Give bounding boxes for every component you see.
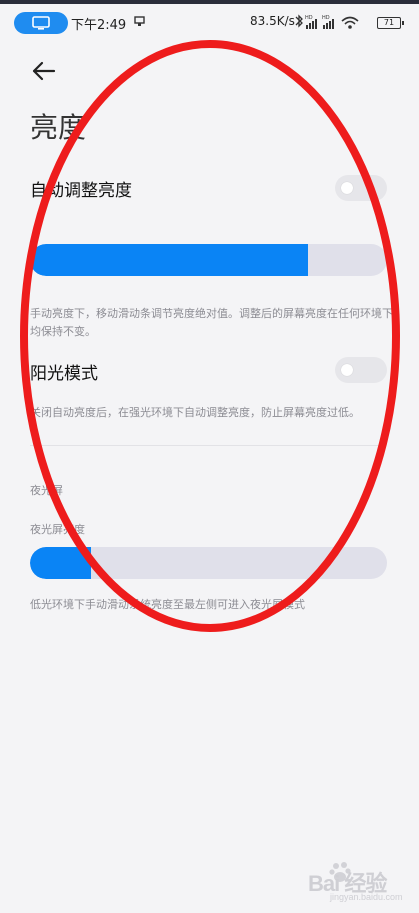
signal-icon-2: HD <box>322 15 334 29</box>
signal-icon: HD <box>305 15 317 29</box>
monitor-icon <box>32 16 50 30</box>
brightness-slider-fill <box>30 244 309 276</box>
status-bar: 下午2:49 83.5K/s HD HD 71 <box>0 4 419 40</box>
screen-cast-indicator[interactable] <box>14 12 68 34</box>
sunlight-mode-toggle[interactable] <box>335 357 387 383</box>
network-speed: 83.5K/s <box>250 14 295 28</box>
night-light-slider-fill <box>30 547 91 579</box>
back-arrow-icon <box>32 61 56 81</box>
wifi-icon <box>341 16 359 29</box>
sunlight-mode-label: 阳光模式 <box>30 364 98 384</box>
night-light-help-text: 低光环境下手动滑动系统亮度至最左侧可进入夜光屏模式 <box>30 598 305 611</box>
night-light-slider[interactable] <box>30 547 387 579</box>
toggle-knob <box>341 364 353 376</box>
section-divider <box>30 445 386 446</box>
svg-text:HD: HD <box>305 15 313 21</box>
battery-level: 71 <box>383 18 395 27</box>
auto-brightness-toggle[interactable] <box>335 175 387 201</box>
status-time: 下午2:49 <box>71 18 127 33</box>
status-icons-group: HD HD <box>295 14 359 29</box>
page-title: 亮度 <box>30 111 87 144</box>
brightness-slider[interactable] <box>30 244 387 276</box>
night-light-slider-label: 夜光屏亮度 <box>30 523 85 536</box>
bluetooth-icon <box>295 14 303 28</box>
night-light-section-title: 夜光屏 <box>30 484 63 497</box>
auto-brightness-label: 自动调整亮度 <box>30 181 132 201</box>
watermark-site: jingyan.baidu.com <box>330 892 403 902</box>
brightness-help-text: 手动亮度下，移动滑动条调节亮度绝对值。调整后的屏幕亮度在任何环境下均保持不变。 <box>30 307 393 338</box>
message-icon <box>134 16 145 26</box>
toggle-knob <box>341 182 353 194</box>
svg-text:HD: HD <box>322 15 330 21</box>
sunlight-mode-help-text: 关闭自动亮度后，在强光环境下自动调整亮度，防止屏幕亮度过低。 <box>30 406 360 419</box>
baidu-jingyan-watermark: Bai 经验 jingyan.baidu.com <box>290 862 403 904</box>
battery-icon: 71 <box>377 17 404 29</box>
back-button[interactable] <box>29 58 59 84</box>
